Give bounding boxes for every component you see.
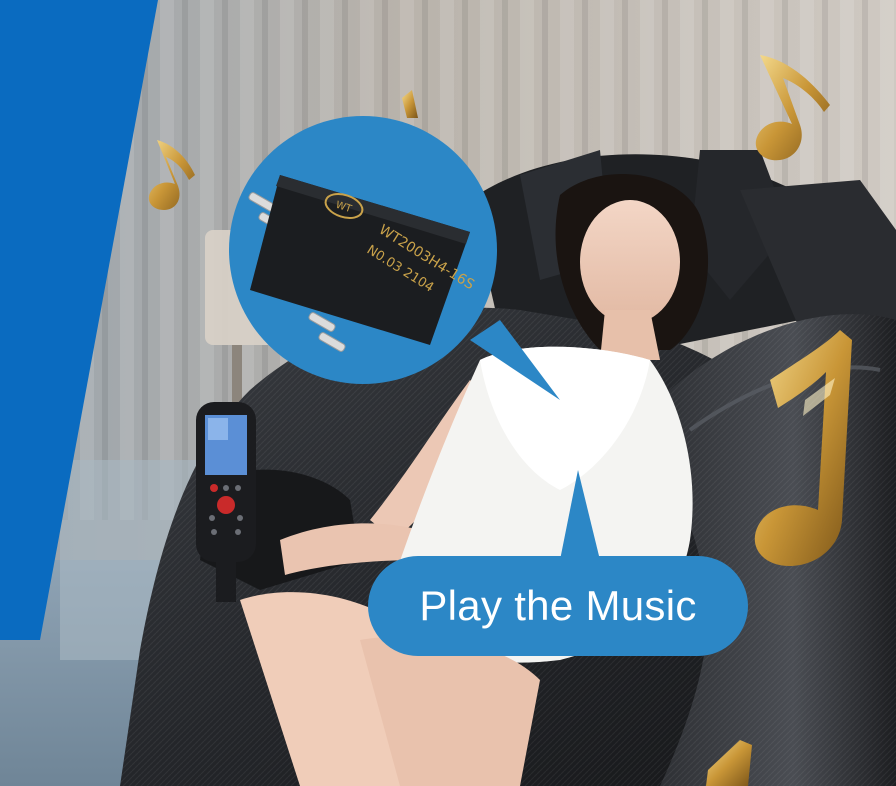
banner-photo: WT WT2003H4-16S N0.03 2104 — [0, 0, 896, 786]
ad-banner: WT WT2003H4-16S N0.03 2104 Play the Musi… — [0, 0, 896, 786]
play-music-label: Play the Music — [419, 582, 697, 629]
